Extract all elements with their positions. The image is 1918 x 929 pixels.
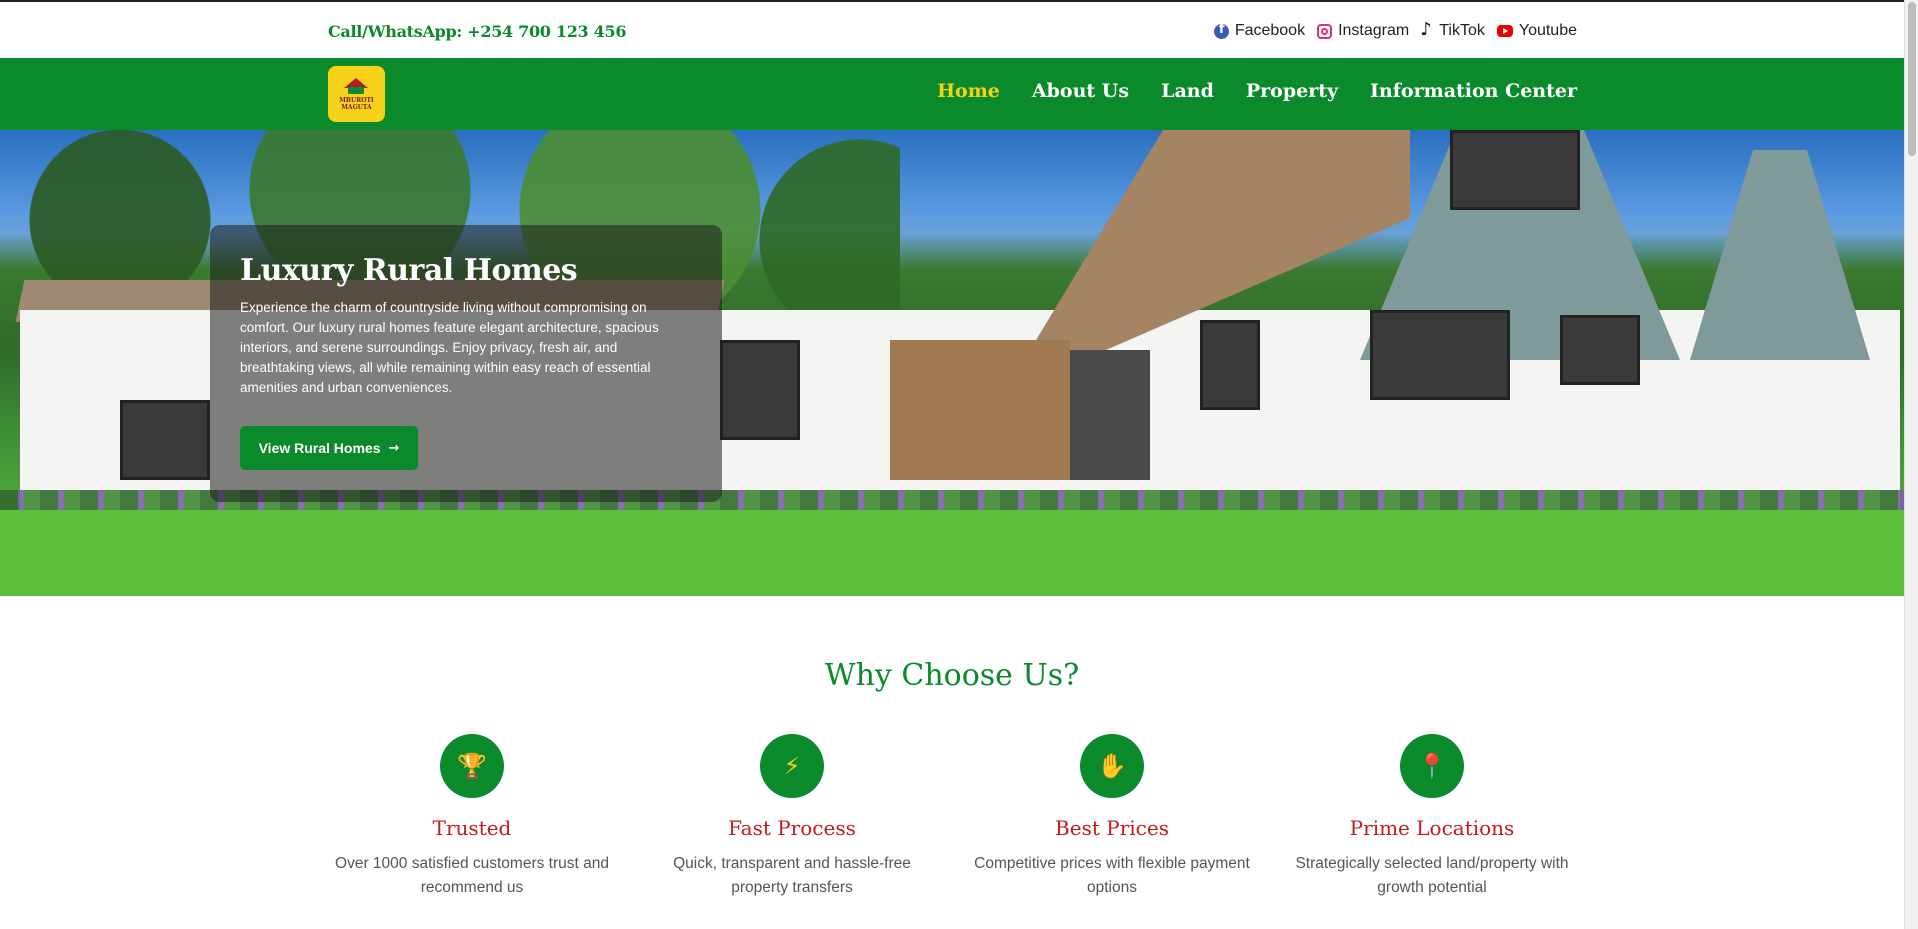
feature-text: Strategically selected land/property wit… <box>1295 855 1569 896</box>
youtube-link[interactable]: Youtube <box>1496 22 1577 40</box>
nav-menu: Home About Us Land Property Information … <box>937 80 1577 102</box>
hero-house-window <box>1200 320 1260 410</box>
page-scrollbar[interactable] <box>1904 0 1918 929</box>
arrow-right-icon: → <box>388 440 400 456</box>
youtube-label: Youtube <box>1518 22 1577 39</box>
hero-house-window <box>1560 315 1640 385</box>
nav-item-about-us[interactable]: About Us <box>1032 80 1129 102</box>
feature-trusted: 🏆 Trusted Over 1000 satisfied customers … <box>312 734 632 900</box>
top-contact-bar: Call/WhatsApp: +254 700 123 456 Facebook… <box>0 0 1904 58</box>
hero-house-window <box>1450 130 1580 210</box>
feature-fast-process: ⚡ Fast Process Quick, transparent and ha… <box>632 734 952 900</box>
facebook-link[interactable]: Facebook <box>1213 22 1306 40</box>
feature-text: Quick, transparent and hassle-free prope… <box>673 855 911 896</box>
hand-coin-icon: ✋ <box>1080 734 1144 798</box>
feature-text: Over 1000 satisfied customers trust and … <box>335 855 609 896</box>
hero-content-card: Luxury Rural Homes Experience the charm … <box>210 225 722 502</box>
hero-title: Luxury Rural Homes <box>240 253 578 288</box>
hero-house-window <box>720 340 800 440</box>
feature-title: Fast Process <box>728 816 856 840</box>
view-rural-homes-label: View Rural Homes <box>258 440 381 456</box>
logo-house-icon <box>342 76 370 94</box>
hero-house-siding-right <box>1690 150 1870 360</box>
lightning-icon: ⚡ <box>760 734 824 798</box>
feature-title: Prime Locations <box>1349 816 1515 840</box>
feature-title: Best Prices <box>1055 816 1169 840</box>
features-row: 🏆 Trusted Over 1000 satisfied customers … <box>312 734 1592 900</box>
nav-item-land[interactable]: Land <box>1161 80 1214 102</box>
nav-item-information-center[interactable]: Information Center <box>1370 80 1577 102</box>
hero-house-window <box>120 400 210 480</box>
hero-house-window <box>1370 310 1510 400</box>
contact-info: Call/WhatsApp: +254 700 123 456 <box>328 22 626 41</box>
hero-banner: Luxury Rural Homes Experience the charm … <box>0 130 1904 596</box>
logo-text-line2: MAGUTA <box>341 104 372 111</box>
location-pin-icon: 📍 <box>1400 734 1464 798</box>
hero-house-stone-wall <box>890 340 1070 480</box>
hero-lawn <box>0 510 1904 596</box>
facebook-label: Facebook <box>1234 22 1306 39</box>
tiktok-link[interactable]: TikTok <box>1420 19 1485 40</box>
feature-title: Trusted <box>432 816 512 840</box>
nav-item-property[interactable]: Property <box>1246 80 1338 102</box>
logo-text-line1: MBUROTI <box>339 97 374 104</box>
nav-item-home[interactable]: Home <box>937 80 1000 102</box>
tiktok-icon <box>1420 19 1433 40</box>
why-choose-us-heading: Why Choose Us? <box>824 658 1080 693</box>
site-logo[interactable]: MBUROTI MAGUTA <box>328 66 385 122</box>
tiktok-label: TikTok <box>1439 22 1485 39</box>
view-rural-homes-button[interactable]: View Rural Homes → <box>240 426 418 470</box>
youtube-icon <box>1496 25 1513 37</box>
call-label: Call/WhatsApp: <box>328 22 462 41</box>
trophy-icon: 🏆 <box>440 734 504 798</box>
hero-house-door <box>1070 350 1150 480</box>
social-links: Facebook Instagram TikTok Youtube <box>1213 19 1577 40</box>
feature-text: Competitive prices with flexible payment… <box>974 855 1250 896</box>
phone-number[interactable]: +254 700 123 456 <box>467 22 626 41</box>
hero-description: Experience the charm of countryside livi… <box>240 300 659 395</box>
instagram-icon <box>1317 23 1333 39</box>
instagram-label: Instagram <box>1338 22 1410 39</box>
feature-best-prices: ✋ Best Prices Competitive prices with fl… <box>952 734 1272 900</box>
main-navbar: MBUROTI MAGUTA Home About Us Land Proper… <box>0 58 1904 130</box>
scrollbar-thumb[interactable] <box>1908 2 1916 156</box>
facebook-icon <box>1213 22 1229 39</box>
feature-prime-locations: 📍 Prime Locations Strategically selected… <box>1272 734 1592 900</box>
instagram-link[interactable]: Instagram <box>1317 22 1409 40</box>
